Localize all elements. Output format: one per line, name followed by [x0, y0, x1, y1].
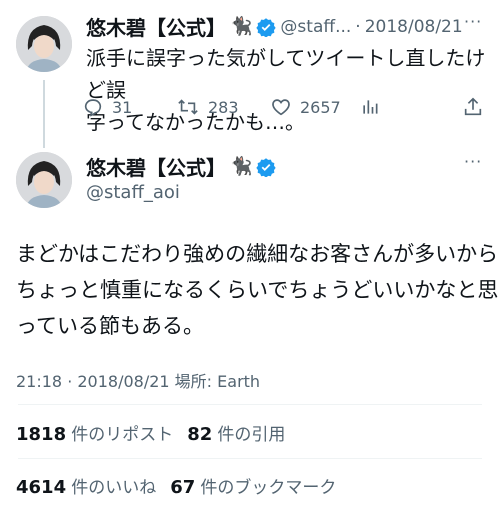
likes-bookmarks-row: 4614 件のいいね 67 件のブックマーク	[16, 473, 336, 498]
thread-connector-line	[43, 80, 45, 148]
divider	[18, 404, 482, 405]
parent-separator: ·	[355, 16, 361, 37]
likes-label: 件のいいね	[71, 478, 157, 498]
like-button[interactable]: 2657	[270, 96, 341, 118]
cat-emoji-icon: 🐈‍⬛	[230, 156, 253, 177]
reply-icon	[84, 99, 102, 117]
main-text-line-1: まどかはこだわり強めの繊細なお客さんが多いから	[16, 242, 499, 266]
quotes-count: 82	[187, 424, 213, 445]
reposts-stat[interactable]: 1818 件のリポスト	[16, 420, 173, 445]
views-button[interactable]	[360, 96, 380, 118]
parent-date[interactable]: 2018/08/21	[365, 17, 463, 37]
parent-tweet-text: 派手に誤字った気がしてツイートし直したけど誤 字ってなかったかも…。	[86, 42, 486, 138]
verified-badge-icon	[256, 17, 277, 37]
reposts-count: 1818	[16, 424, 67, 445]
parent-handle[interactable]: @staff...	[280, 17, 351, 37]
bookmarks-count: 67	[170, 477, 196, 498]
like-count: 2657	[300, 97, 341, 117]
likes-stat[interactable]: 4614 件のいいね	[16, 473, 156, 498]
likes-count: 4614	[16, 477, 67, 498]
main-header: 悠木碧【公式】 🐈‍⬛	[86, 152, 277, 181]
retweet-button[interactable]: 283	[176, 96, 239, 118]
parent-avatar[interactable]	[16, 16, 72, 72]
share-button[interactable]	[462, 96, 484, 118]
parent-header: 悠木碧【公式】 🐈‍⬛ @staff... · 2018/08/21	[86, 12, 463, 41]
main-text-line-2: ちょっと慎重になるくらいでちょうどいいかなと思	[16, 278, 499, 302]
retweet-icon	[178, 99, 198, 115]
share-icon	[464, 97, 482, 116]
main-display-name[interactable]: 悠木碧【公式】	[86, 152, 226, 181]
quotes-label: 件の引用	[217, 425, 286, 445]
views-icon	[363, 100, 378, 114]
main-more-options-icon[interactable]: ···	[464, 152, 482, 171]
divider	[18, 458, 482, 459]
reposts-label: 件のリポスト	[71, 425, 174, 445]
parent-action-bar: 31 283 2657	[82, 96, 487, 120]
like-icon	[272, 99, 290, 116]
main-text-line-3: っている節もある。	[16, 314, 204, 338]
main-timestamp[interactable]: 21:18 · 2018/08/21 場所: Earth	[16, 368, 260, 392]
reply-button[interactable]: 31	[82, 96, 132, 118]
main-handle[interactable]: @staff_aoi	[86, 182, 180, 203]
parent-more-options-icon[interactable]: ···	[464, 12, 482, 31]
cat-emoji-icon: 🐈‍⬛	[230, 16, 253, 37]
retweet-count: 283	[208, 97, 239, 117]
main-avatar[interactable]	[16, 152, 72, 208]
verified-badge-icon	[256, 157, 277, 177]
bookmarks-stat[interactable]: 67 件のブックマーク	[170, 473, 336, 498]
quotes-stat[interactable]: 82 件の引用	[187, 420, 285, 445]
bookmarks-label: 件のブックマーク	[200, 478, 337, 498]
reply-count: 31	[112, 97, 133, 117]
main-tweet-text: まどかはこだわり強めの繊細なお客さんが多いから ちょっと慎重になるくらいでちょう…	[16, 236, 499, 344]
parent-display-name[interactable]: 悠木碧【公式】	[86, 12, 226, 41]
reposts-quotes-row: 1818 件のリポスト 82 件の引用	[16, 420, 285, 445]
